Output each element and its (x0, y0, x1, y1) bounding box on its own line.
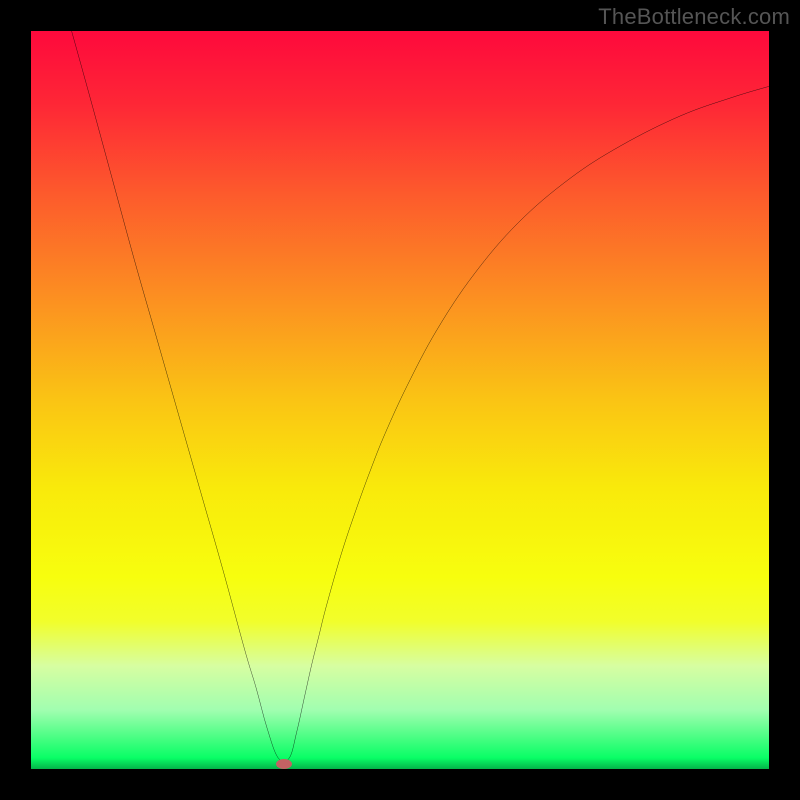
watermark-text: TheBottleneck.com (598, 4, 790, 30)
bottleneck-curve (31, 31, 769, 769)
plot-area (31, 31, 769, 769)
chart-frame: TheBottleneck.com (0, 0, 800, 800)
optimal-point-marker (276, 759, 292, 769)
